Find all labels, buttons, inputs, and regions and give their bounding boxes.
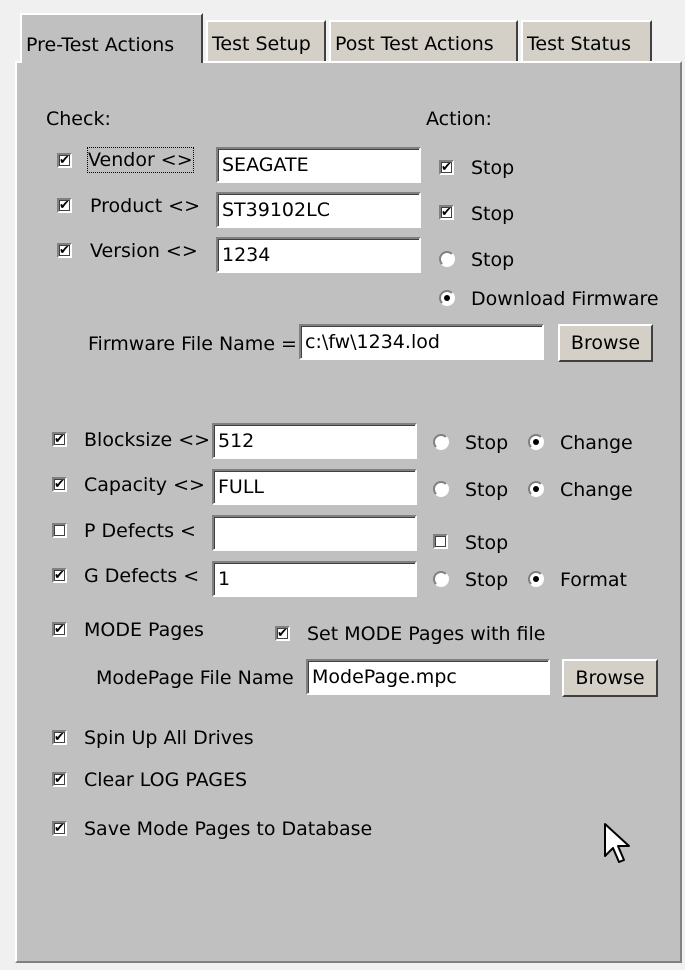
version-stop-radio[interactable] <box>439 251 455 267</box>
firmware-file-input[interactable]: c:\fw\1234.lod <box>299 324 544 360</box>
save-mode-label: Save Mode Pages to Database <box>84 818 373 840</box>
blocksize-stop-radio[interactable] <box>433 434 449 450</box>
capacity-checkbox[interactable]: ✔ <box>52 477 67 492</box>
product-checkbox[interactable]: ✔ <box>57 198 72 213</box>
tab-pre-test-actions[interactable]: Pre-Test Actions <box>20 13 203 63</box>
download-firmware-label: Download Firmware <box>471 288 659 310</box>
g-defects-stop-label: Stop <box>465 569 509 591</box>
modepage-browse-button[interactable]: Browse <box>562 659 658 697</box>
mode-pages-label: MODE Pages <box>84 619 204 641</box>
set-mode-pages-label: Set MODE Pages with file <box>307 623 546 645</box>
tab-label: Post Test Actions <box>335 33 494 55</box>
spin-up-checkbox[interactable]: ✔ <box>52 730 67 745</box>
blocksize-checkbox[interactable]: ✔ <box>52 432 67 447</box>
blocksize-change-radio[interactable] <box>528 434 544 450</box>
p-defects-label: P Defects < <box>84 520 196 542</box>
modepage-file-label: ModePage File Name <box>96 667 294 689</box>
p-defects-input[interactable] <box>212 515 417 551</box>
capacity-change-radio[interactable] <box>528 481 544 497</box>
save-mode-checkbox[interactable]: ✔ <box>52 821 67 836</box>
tab-label: Test Setup <box>212 33 311 55</box>
capacity-stop-label: Stop <box>465 479 509 501</box>
blocksize-label: Blocksize <> <box>84 429 211 451</box>
clear-log-checkbox[interactable]: ✔ <box>52 772 67 787</box>
g-defects-checkbox[interactable]: ✔ <box>52 568 67 583</box>
capacity-label: Capacity <> <box>84 474 205 496</box>
p-defects-checkbox[interactable] <box>52 523 67 538</box>
tab-post-test-actions[interactable]: Post Test Actions <box>329 20 518 62</box>
mouse-cursor-icon <box>604 823 630 863</box>
product-label: Product <> <box>90 195 201 217</box>
g-defects-stop-radio[interactable] <box>433 571 449 587</box>
capacity-input[interactable]: FULL <box>212 469 417 505</box>
p-defects-stop-label: Stop <box>465 532 509 554</box>
tab-label: Pre-Test Actions <box>26 34 175 56</box>
blocksize-stop-label: Stop <box>465 432 509 454</box>
g-defects-format-radio[interactable] <box>528 571 544 587</box>
p-defects-stop-checkbox[interactable] <box>433 534 448 549</box>
clear-log-label: Clear LOG PAGES <box>84 769 248 791</box>
product-stop-label: Stop <box>471 203 515 225</box>
check-heading: Check: <box>46 108 111 130</box>
set-mode-pages-checkbox[interactable]: ✔ <box>275 626 290 641</box>
vendor-input[interactable]: SEAGATE <box>216 147 421 183</box>
blocksize-input[interactable]: 512 <box>212 423 417 459</box>
action-heading: Action: <box>426 108 492 130</box>
spin-up-label: Spin Up All Drives <box>84 727 254 749</box>
capacity-stop-radio[interactable] <box>433 481 449 497</box>
version-stop-label: Stop <box>471 249 515 271</box>
product-stop-checkbox[interactable]: ✔ <box>439 205 454 220</box>
vendor-label: Vendor <> <box>87 147 194 173</box>
tab-label: Test Status <box>527 33 631 55</box>
version-label: Version <> <box>90 240 198 262</box>
mode-pages-checkbox[interactable]: ✔ <box>52 622 67 637</box>
firmware-browse-button[interactable]: Browse <box>558 324 653 362</box>
version-checkbox[interactable]: ✔ <box>57 243 72 258</box>
product-input[interactable]: ST39102LC <box>216 192 421 228</box>
firmware-file-label: Firmware File Name = <box>88 333 297 355</box>
vendor-stop-checkbox[interactable]: ✔ <box>439 160 454 175</box>
version-input[interactable]: 1234 <box>216 237 421 273</box>
g-defects-label: G Defects < <box>84 565 200 587</box>
modepage-file-input[interactable]: ModePage.mpc <box>306 659 550 695</box>
tab-test-setup[interactable]: Test Setup <box>206 20 326 62</box>
vendor-checkbox[interactable]: ✔ <box>57 153 72 168</box>
vendor-stop-label: Stop <box>471 157 515 179</box>
download-firmware-radio[interactable] <box>439 290 455 306</box>
blocksize-change-label: Change <box>560 432 633 454</box>
g-defects-input[interactable]: 1 <box>212 561 417 597</box>
g-defects-format-label: Format <box>560 569 627 591</box>
capacity-change-label: Change <box>560 479 633 501</box>
tab-test-status[interactable]: Test Status <box>521 20 652 62</box>
